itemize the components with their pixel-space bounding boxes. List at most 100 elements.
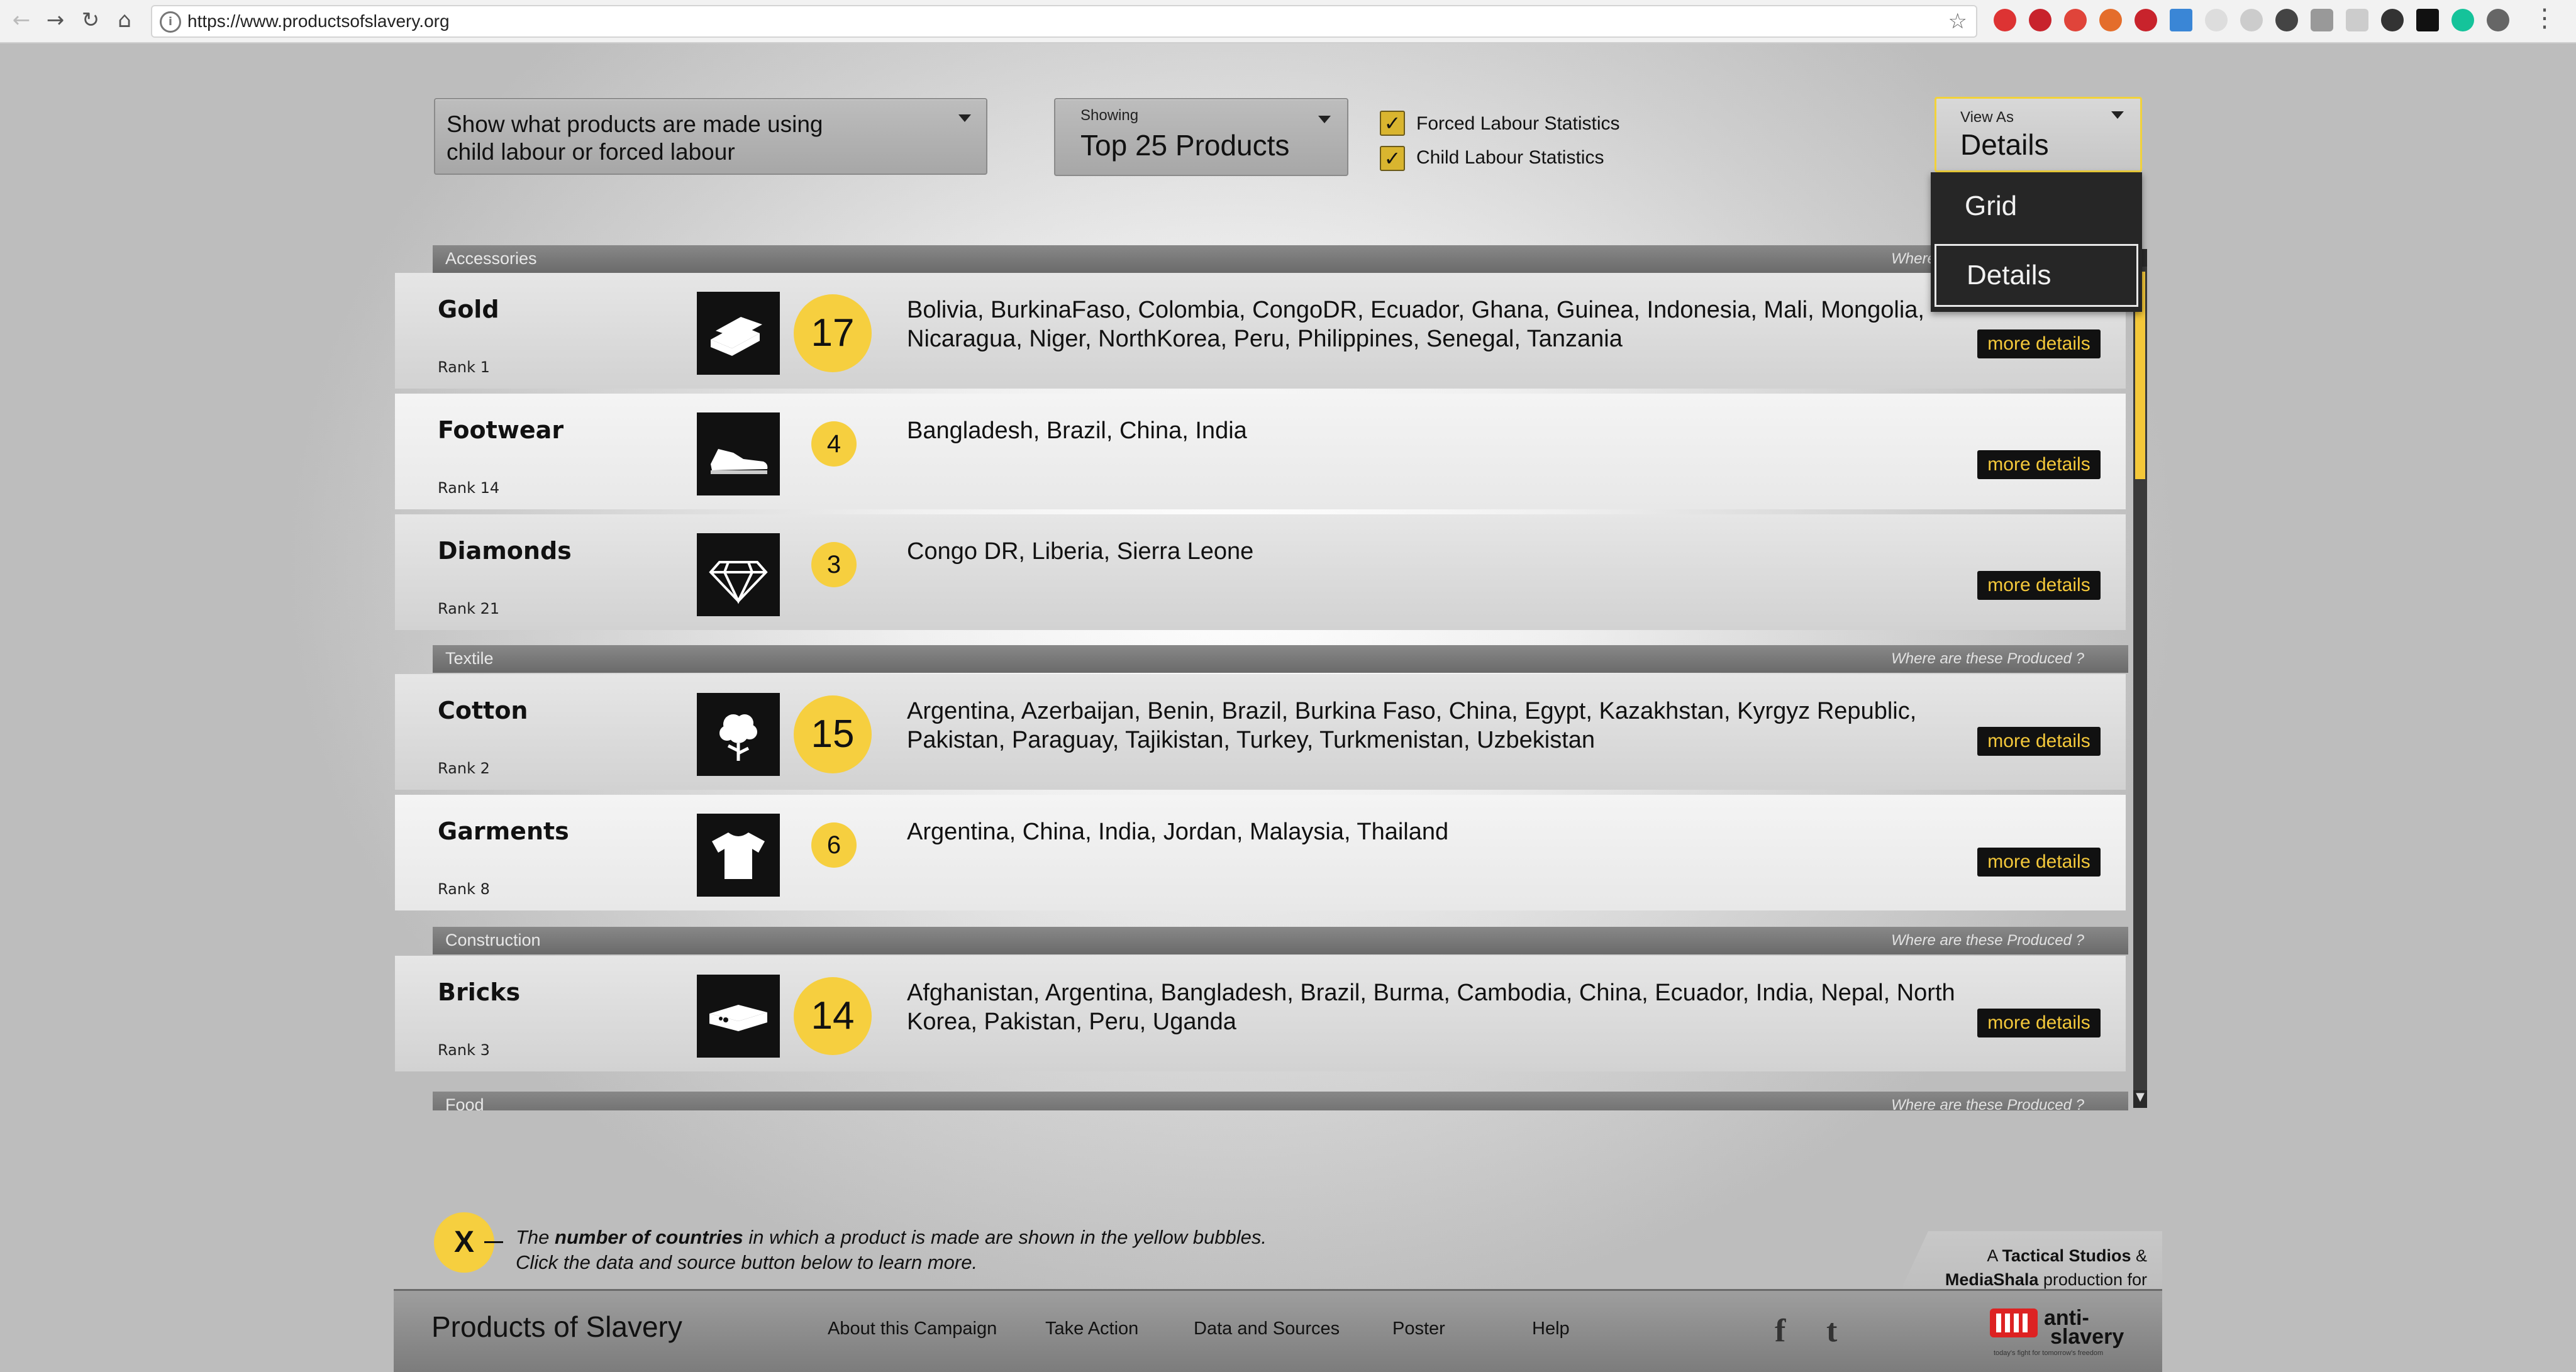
gold-bars-icon — [697, 292, 780, 375]
legend-part2: in which a product is made are shown in … — [743, 1226, 1267, 1248]
chevron-down-icon — [2111, 111, 2124, 119]
more-details-button[interactable]: more details — [1977, 329, 2101, 358]
pinterest-icon[interactable] — [2029, 9, 2051, 31]
address-bar[interactable]: i https://www.productsofslavery.org ☆ — [151, 5, 1977, 38]
chevron-down-icon — [958, 114, 971, 122]
product-rank: Rank 3 — [438, 1041, 490, 1059]
country-count-bubble: 15 — [794, 695, 872, 773]
facebook-icon[interactable]: f — [1775, 1312, 1785, 1349]
more-details-button[interactable]: more details — [1977, 848, 2101, 877]
nav-take-action[interactable]: Take Action — [1045, 1319, 1138, 1339]
back-icon[interactable]: ← — [9, 6, 34, 34]
country-list: Argentina, Azerbaijan, Benin, Brazil, Bu… — [907, 698, 1917, 753]
legend-line-1: The number of countries in which a produ… — [516, 1225, 1267, 1250]
diamond-icon — [697, 533, 780, 616]
more-details-button[interactable]: more details — [1977, 450, 2101, 479]
child-labour-checkbox[interactable]: ✓ — [1380, 146, 1405, 171]
product-rank: Rank 1 — [438, 358, 490, 376]
bricks-icon — [697, 975, 780, 1058]
filter-line-1: Show what products are made using — [447, 111, 823, 137]
category-header-textile: Textile Where are these Produced ? — [433, 645, 2128, 673]
nav-about[interactable]: About this Campaign — [828, 1319, 997, 1339]
product-name: Bricks — [438, 978, 521, 1006]
where-produced-link[interactable]: Where are these Produced ? — [1891, 932, 2084, 949]
screenshot-icon[interactable] — [2346, 9, 2368, 31]
shoe-icon — [697, 412, 780, 495]
filter-line-2: child labour or forced labour — [447, 139, 735, 165]
category-header-construction: Construction Where are these Produced ? — [433, 927, 2128, 954]
credit-tail: production for — [2038, 1270, 2147, 1289]
showing-dropdown[interactable]: Showing Top 25 Products — [1054, 98, 1348, 176]
cotton-plant-icon — [697, 693, 780, 776]
pinterest-save-icon[interactable] — [2135, 9, 2157, 31]
view-as-dropdown[interactable]: View As Details — [1935, 97, 2142, 172]
country-count-bubble: 17 — [794, 294, 872, 372]
credit-mediashala[interactable]: MediaShala — [1945, 1270, 2039, 1289]
product-row-cotton: Cotton Rank 2 15 Argentina, Azerbaijan, … — [395, 674, 2126, 790]
product-name: Footwear — [438, 416, 564, 444]
forward-icon[interactable]: → — [43, 6, 68, 34]
footer-brand[interactable]: Products of Slavery — [431, 1310, 682, 1344]
labour-type-dropdown[interactable]: Show what products are made using child … — [434, 98, 987, 175]
home-icon[interactable]: ⌂ — [112, 6, 137, 34]
credit-tactical[interactable]: Tactical Studios — [2002, 1246, 2131, 1265]
site-info-icon[interactable]: i — [160, 11, 181, 33]
view-option-grid[interactable]: Grid — [1935, 175, 2138, 238]
country-count-bubble: 4 — [811, 421, 857, 467]
country-list: Congo DR, Liberia, Sierra Leone — [907, 538, 1254, 565]
opera-icon[interactable] — [2064, 9, 2087, 31]
more-details-button[interactable]: more details — [1977, 727, 2101, 756]
nav-poster[interactable]: Poster — [1392, 1319, 1445, 1339]
view-as-menu: Grid Details — [1931, 172, 2142, 312]
browser-menu-icon[interactable]: ⋮ — [2532, 4, 2557, 33]
credit-a: A — [1987, 1246, 2002, 1265]
bookmark-star-icon[interactable]: ☆ — [1948, 9, 1967, 34]
credit-line-2: MediaShala production for — [1924, 1268, 2147, 1292]
product-row-gold: Gold Rank 1 17 Bolivia, BurkinaFaso, Col… — [395, 273, 2126, 389]
country-count-bubble: 6 — [811, 822, 857, 868]
view-option-details[interactable]: Details — [1935, 244, 2138, 307]
country-list: Bolivia, BurkinaFaso, Colombia, CongoDR,… — [907, 297, 1924, 352]
camera-icon[interactable] — [2311, 9, 2333, 31]
showing-label: Showing — [1080, 107, 1139, 124]
more-details-button[interactable]: more details — [1977, 571, 2101, 600]
adblock-icon[interactable] — [1994, 9, 2016, 31]
anti-slavery-logo[interactable]: anti- slavery today's fight for tomorrow… — [1987, 1302, 2138, 1359]
product-name: Gold — [438, 296, 499, 323]
scroll-down-button[interactable]: ▼ — [2133, 1090, 2147, 1108]
where-produced-link[interactable]: Where are these Produced ? — [1891, 1097, 2084, 1110]
eye-icon[interactable] — [2381, 9, 2404, 31]
category-name: Construction — [445, 931, 541, 949]
extension-icon[interactable] — [2099, 9, 2122, 31]
twitter-icon[interactable]: t — [1826, 1312, 1837, 1349]
country-list: Argentina, China, India, Jordan, Malaysi… — [907, 819, 1449, 845]
category-name: Textile — [445, 649, 494, 668]
legend-part1: The — [516, 1226, 555, 1248]
notion-icon[interactable] — [2416, 9, 2439, 31]
where-produced-link[interactable]: Where are these Produced ? — [1891, 650, 2084, 668]
country-list: Afghanistan, Argentina, Bangladesh, Braz… — [907, 980, 1955, 1035]
nav-data-sources[interactable]: Data and Sources — [1194, 1319, 1340, 1339]
product-name: Garments — [438, 817, 569, 845]
download-icon[interactable] — [2170, 9, 2192, 31]
settings-extension-icon[interactable] — [2487, 9, 2509, 31]
grammarly-icon[interactable] — [2451, 9, 2474, 31]
legend-text: The number of countries in which a produ… — [516, 1225, 1267, 1275]
cursor-icon[interactable] — [2275, 9, 2298, 31]
browser-toolbar: ← → ↻ ⌂ i https://www.productsofslavery.… — [0, 0, 2576, 43]
chat-icon[interactable] — [2205, 9, 2228, 31]
view-as-value: Details — [1960, 128, 2049, 161]
country-list: Bangladesh, Brazil, China, India — [907, 418, 1247, 444]
view-as-label: View As — [1960, 109, 2014, 126]
reload-icon[interactable]: ↻ — [78, 6, 103, 34]
product-name: Cotton — [438, 697, 528, 724]
country-count-bubble: 3 — [811, 542, 857, 587]
nav-help[interactable]: Help — [1532, 1319, 1570, 1339]
more-details-button[interactable]: more details — [1977, 1009, 2101, 1037]
legend-bold: number of countries — [555, 1226, 743, 1248]
forced-labour-checkbox[interactable]: ✓ — [1380, 111, 1405, 136]
product-row-garments: Garments Rank 8 6 Argentina, China, Indi… — [395, 795, 2126, 910]
production-credit: A Tactical Studios & MediaShala producti… — [1924, 1244, 2147, 1292]
chevron-down-icon — [1318, 116, 1331, 123]
dropbox-icon[interactable] — [2240, 9, 2263, 31]
